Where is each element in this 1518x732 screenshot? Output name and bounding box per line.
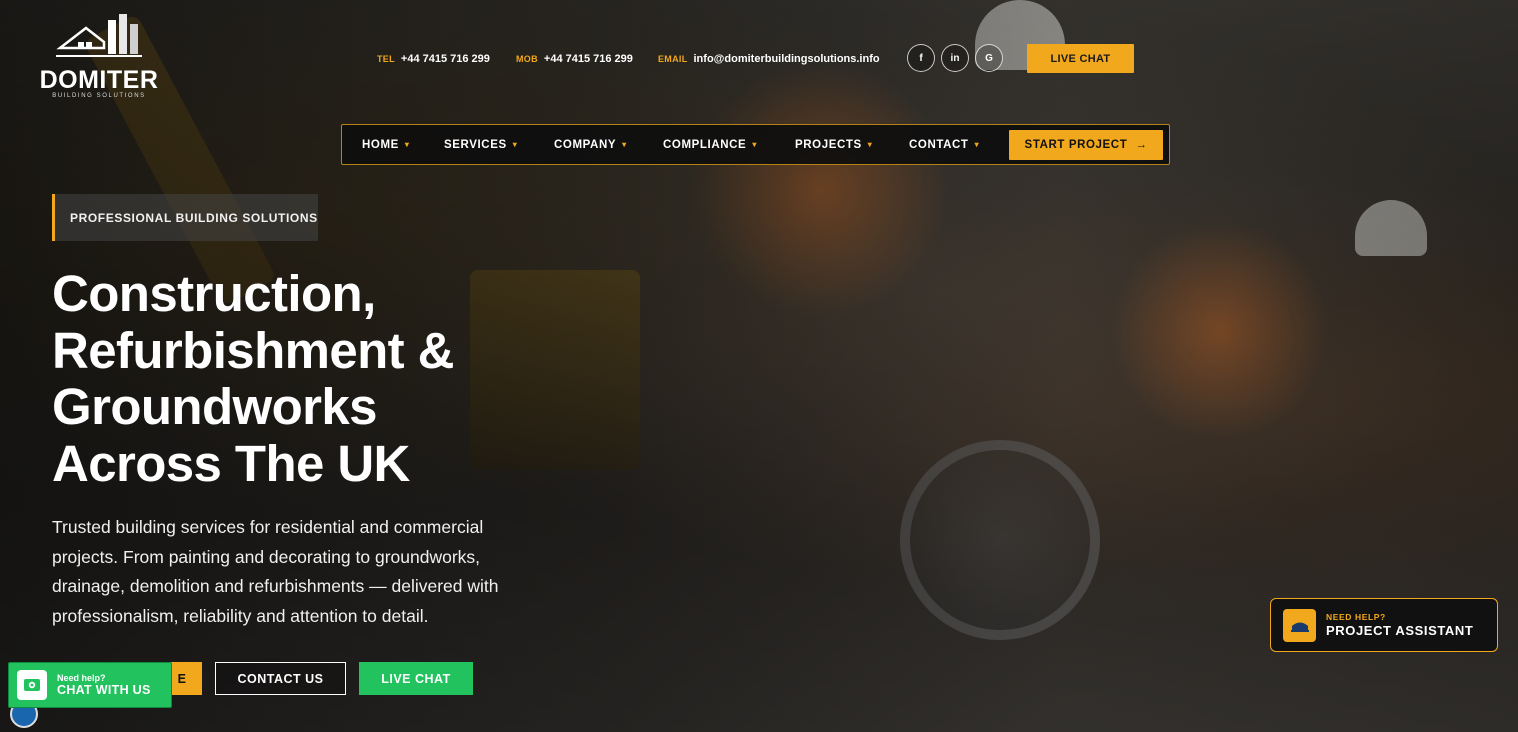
hero-headline: Construction, Refurbishment & Groundwork… bbox=[52, 265, 572, 492]
assistant-text: NEED HELP? PROJECT ASSISTANT bbox=[1326, 612, 1473, 639]
logo-wordmark: DOMITER bbox=[39, 66, 159, 94]
arrow-right-icon: → bbox=[1135, 139, 1148, 151]
chat-widget-title: CHAT WITH US bbox=[57, 683, 151, 697]
email-value[interactable]: info@domiterbuildingsolutions.info bbox=[694, 53, 880, 65]
nav-item-label: COMPANY bbox=[554, 138, 617, 151]
nav-item-label: SERVICES bbox=[444, 138, 507, 151]
nav-item-label: HOME bbox=[362, 138, 399, 151]
nav-item-services[interactable]: SERVICES ▾ bbox=[444, 125, 517, 164]
nav-item-contact[interactable]: CONTACT ▾ bbox=[909, 125, 979, 164]
main-navigation: HOME ▾ SERVICES ▾ COMPANY ▾ COMPLIANCE ▾… bbox=[341, 124, 1170, 165]
headline-line: Groundworks bbox=[52, 378, 378, 435]
nav-item-projects[interactable]: PROJECTS ▾ bbox=[795, 125, 872, 164]
chat-icon bbox=[17, 670, 47, 700]
chevron-down-icon: ▾ bbox=[404, 140, 410, 149]
site-logo[interactable]: DOMITER BUILDING SOLUTIONS bbox=[36, 14, 162, 100]
worker-graphic bbox=[690, 60, 950, 320]
project-assistant-widget[interactable]: NEED HELP? PROJECT ASSISTANT bbox=[1270, 598, 1498, 652]
nav-item-compliance[interactable]: COMPLIANCE ▾ bbox=[663, 125, 757, 164]
logo-tagline: BUILDING SOLUTIONS bbox=[52, 93, 146, 99]
google-icon[interactable]: G bbox=[975, 44, 1003, 72]
helmet-graphic bbox=[1355, 200, 1427, 256]
live-chat-button[interactable]: LIVE CHAT bbox=[359, 662, 473, 695]
chevron-down-icon: ▾ bbox=[867, 140, 873, 149]
nav-item-home[interactable]: HOME ▾ bbox=[362, 125, 410, 164]
mob-contact[interactable]: MOB +44 7415 716 299 bbox=[516, 52, 633, 66]
mob-value[interactable]: +44 7415 716 299 bbox=[544, 53, 633, 65]
hero-eyebrow: PROFESSIONAL BUILDING SOLUTIONS bbox=[52, 194, 318, 241]
logo-buildings-icon bbox=[56, 14, 142, 57]
saw-blade-graphic bbox=[900, 440, 1100, 640]
nav-item-label: PROJECTS bbox=[795, 138, 862, 151]
nav-item-label: COMPLIANCE bbox=[663, 138, 747, 151]
start-project-button[interactable]: START PROJECT → bbox=[1009, 130, 1163, 160]
chat-widget-subtitle: Need help? bbox=[57, 673, 106, 683]
hero-description: Trusted building services for residentia… bbox=[52, 517, 499, 626]
facebook-icon[interactable]: f bbox=[907, 44, 935, 72]
tel-contact[interactable]: TEL +44 7415 716 299 bbox=[377, 52, 490, 66]
chevron-down-icon: ▾ bbox=[752, 140, 757, 149]
headline-line: Across The UK bbox=[52, 434, 410, 492]
nav-item-company[interactable]: COMPANY ▾ bbox=[554, 125, 627, 164]
tel-value[interactable]: +44 7415 716 299 bbox=[401, 53, 490, 65]
start-project-label: START PROJECT bbox=[1024, 139, 1128, 151]
chat-widget-text: Need help? CHAT WITH US bbox=[57, 673, 151, 697]
live-chat-top-button[interactable]: LIVE CHAT bbox=[1027, 44, 1134, 73]
primary-cta-label: E bbox=[177, 671, 187, 686]
assistant-title: PROJECT ASSISTANT bbox=[1326, 622, 1474, 638]
headline-line: Construction, bbox=[52, 265, 376, 322]
assistant-subtitle: NEED HELP? bbox=[1326, 611, 1386, 622]
linkedin-icon[interactable]: in bbox=[941, 44, 969, 72]
nav-item-label: CONTACT bbox=[909, 138, 969, 151]
email-label: EMAIL bbox=[658, 54, 688, 64]
chevron-down-icon: ▾ bbox=[974, 140, 980, 149]
contact-us-button[interactable]: CONTACT US bbox=[215, 662, 346, 695]
headline-line: Refurbishment & bbox=[52, 321, 454, 379]
tel-label: TEL bbox=[377, 54, 395, 64]
chevron-down-icon: ▾ bbox=[622, 140, 627, 149]
email-contact[interactable]: EMAIL info@domiterbuildingsolutions.info bbox=[658, 52, 880, 66]
chevron-down-icon: ▾ bbox=[512, 140, 518, 149]
mob-label: MOB bbox=[516, 54, 538, 64]
chat-with-us-widget[interactable]: Need help? CHAT WITH US bbox=[8, 662, 172, 708]
worker-graphic bbox=[1110, 220, 1330, 440]
construction-icon bbox=[1283, 608, 1316, 642]
